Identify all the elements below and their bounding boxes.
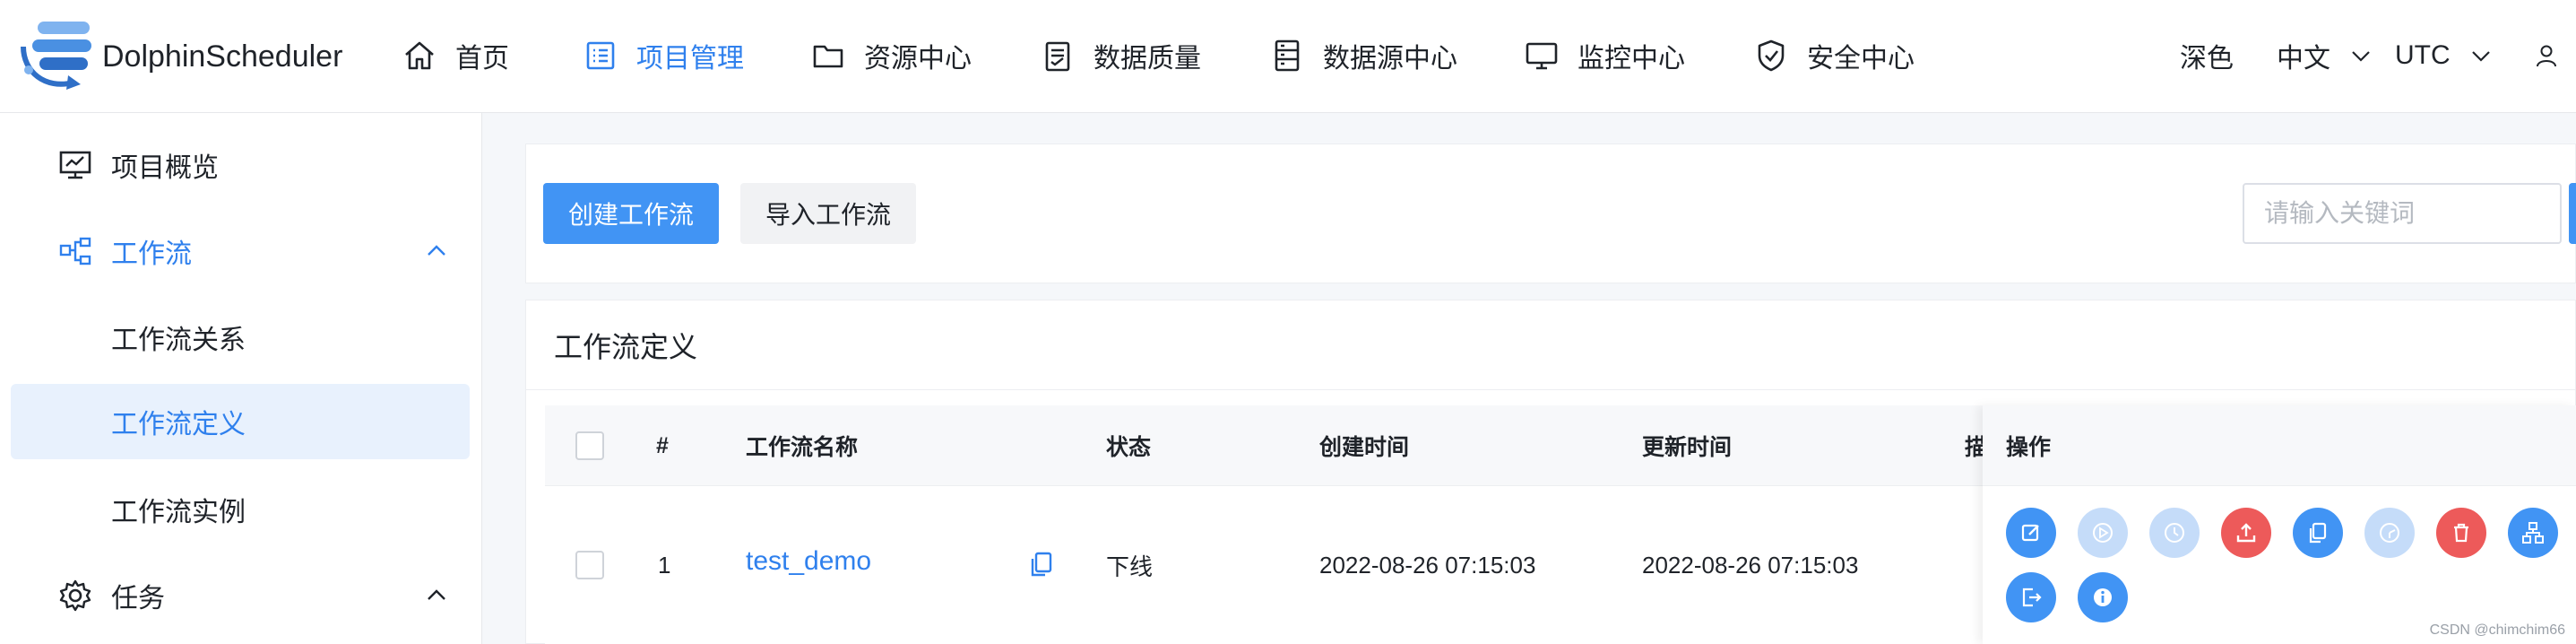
status-text: 下线 — [1106, 553, 1154, 580]
nav-label: 数据质量 — [1094, 44, 1201, 74]
create-workflow-button[interactable]: 创建工作流 — [543, 183, 719, 244]
cron-manage-button[interactable] — [2364, 508, 2415, 558]
nav-resource[interactable]: 资源中心 — [810, 27, 972, 84]
sidebar-item-workflow[interactable]: 工作流 — [11, 213, 470, 289]
chevron-down-icon — [2471, 51, 2490, 62]
delete-button[interactable] — [2436, 508, 2486, 558]
play-icon — [2093, 523, 2113, 543]
brand-name: DolphinScheduler — [102, 39, 343, 74]
updated-time: 2022-08-26 07:15:03 — [1642, 551, 1859, 579]
nav-label: 监控中心 — [1578, 44, 1685, 74]
edit-icon — [2021, 524, 2039, 542]
copy-icon — [2309, 522, 2327, 544]
nav-label: 资源中心 — [864, 44, 972, 74]
folder-icon — [813, 45, 843, 68]
dolphin-logo-icon — [21, 22, 91, 90]
server-icon — [1275, 39, 1300, 72]
sidebar-item-workflow-relation[interactable]: 工作流关系 — [11, 300, 470, 375]
column-header-created: 创建时间 — [1319, 435, 1410, 460]
timezone-label: UTC — [2395, 40, 2451, 70]
theme-toggle[interactable]: 深色 — [2180, 27, 2234, 84]
monitor-icon — [1526, 42, 1558, 70]
section-title: 工作流定义 — [554, 331, 698, 363]
watermark: CSDN @chimchim66 — [2429, 622, 2565, 638]
sidebar-item-label: 项目概览 — [111, 153, 219, 183]
column-header-name[interactable]: 工作流名称 — [746, 405, 858, 486]
version-info-button[interactable] — [2078, 572, 2128, 622]
search-button[interactable] — [2569, 183, 2576, 244]
chevron-up-icon — [428, 589, 445, 600]
sidebar-item-label: 任务 — [111, 584, 165, 614]
top-navbar: DolphinScheduler 首页 项目管理 资源中心 数据质量 数据源中心… — [0, 0, 2576, 113]
export-icon — [2022, 587, 2042, 607]
copy-name-button[interactable] — [1029, 549, 1054, 581]
tree-icon — [2522, 522, 2544, 544]
user-menu[interactable] — [2535, 27, 2558, 84]
nav-label: 数据源中心 — [1323, 44, 1457, 74]
workflow-name-link[interactable]: test_demo — [746, 544, 871, 579]
select-all-checkbox[interactable] — [575, 431, 604, 460]
gear-icon — [59, 579, 91, 612]
home-icon — [405, 41, 434, 70]
sidebar-item-label: 工作流实例 — [111, 498, 246, 527]
column-header-index: # — [656, 432, 669, 458]
created-time: 2022-08-26 07:15:03 — [1319, 551, 1536, 579]
column-header-updated: 更新时间 — [1642, 435, 1733, 460]
nav-label: 项目管理 — [636, 44, 744, 74]
tree-view-button[interactable] — [2508, 508, 2558, 558]
nav-data-quality[interactable]: 数据质量 — [1040, 27, 1201, 84]
sidebar-item-workflow-instance[interactable]: 工作流实例 — [11, 472, 470, 547]
nav-label: 安全中心 — [1807, 44, 1915, 74]
row-checkbox[interactable] — [575, 551, 604, 579]
sidebar: 项目概览 工作流 工作流关系 工作流定义 工作流实例 任务 — [0, 113, 482, 644]
chevron-up-icon — [428, 245, 445, 256]
list-icon — [586, 41, 615, 70]
user-icon — [2537, 45, 2556, 67]
sidebar-item-label: 工作流关系 — [111, 326, 246, 355]
sidebar-item-label: 工作流定义 — [111, 410, 246, 439]
import-workflow-button[interactable]: 导入工作流 — [740, 183, 916, 244]
timer-icon — [2380, 523, 2399, 543]
shield-icon — [1758, 39, 1785, 72]
search-input[interactable] — [2243, 183, 2562, 244]
nav-datasource[interactable]: 数据源中心 — [1269, 27, 1457, 84]
online-button[interactable] — [2221, 508, 2271, 558]
run-button[interactable] — [2078, 508, 2128, 558]
chevron-down-icon — [2352, 51, 2370, 62]
column-header-status: 状态 — [1106, 435, 1152, 460]
timezone-select[interactable]: UTC — [2395, 27, 2492, 84]
copy-icon — [1031, 552, 1052, 577]
column-header-actions: 操作 — [1983, 405, 2576, 486]
schedule-button[interactable] — [2149, 508, 2200, 558]
divider — [525, 389, 2576, 390]
nav-security[interactable]: 安全中心 — [1753, 27, 1915, 84]
presentation-icon — [59, 151, 91, 179]
theme-label: 深色 — [2180, 44, 2234, 74]
sidebar-item-workflow-definition[interactable]: 工作流定义 — [11, 384, 470, 459]
clock-icon — [2165, 523, 2184, 543]
workflow-icon — [59, 237, 91, 265]
copy-workflow-button[interactable] — [2293, 508, 2343, 558]
nav-project[interactable]: 项目管理 — [583, 27, 744, 84]
edit-button[interactable] — [2006, 508, 2056, 558]
nav-home[interactable]: 首页 — [402, 27, 509, 84]
trash-icon — [2454, 523, 2468, 543]
brand-logo[interactable]: DolphinScheduler — [18, 20, 342, 93]
language-select[interactable]: 中文 — [2277, 27, 2372, 84]
upload-icon — [2236, 523, 2256, 543]
info-icon — [2094, 588, 2112, 606]
nav-label: 首页 — [455, 44, 509, 74]
clipboard-icon — [1045, 41, 1070, 72]
actions-column: 操作 — [1983, 405, 2576, 644]
sidebar-item-label: 工作流 — [111, 239, 192, 269]
language-label: 中文 — [2277, 44, 2330, 74]
nav-monitor[interactable]: 监控中心 — [1524, 27, 1685, 84]
sidebar-item-overview[interactable]: 项目概览 — [11, 127, 470, 203]
row-index: 1 — [658, 551, 671, 579]
export-button[interactable] — [2006, 572, 2056, 622]
sidebar-item-task[interactable]: 任务 — [11, 558, 470, 633]
